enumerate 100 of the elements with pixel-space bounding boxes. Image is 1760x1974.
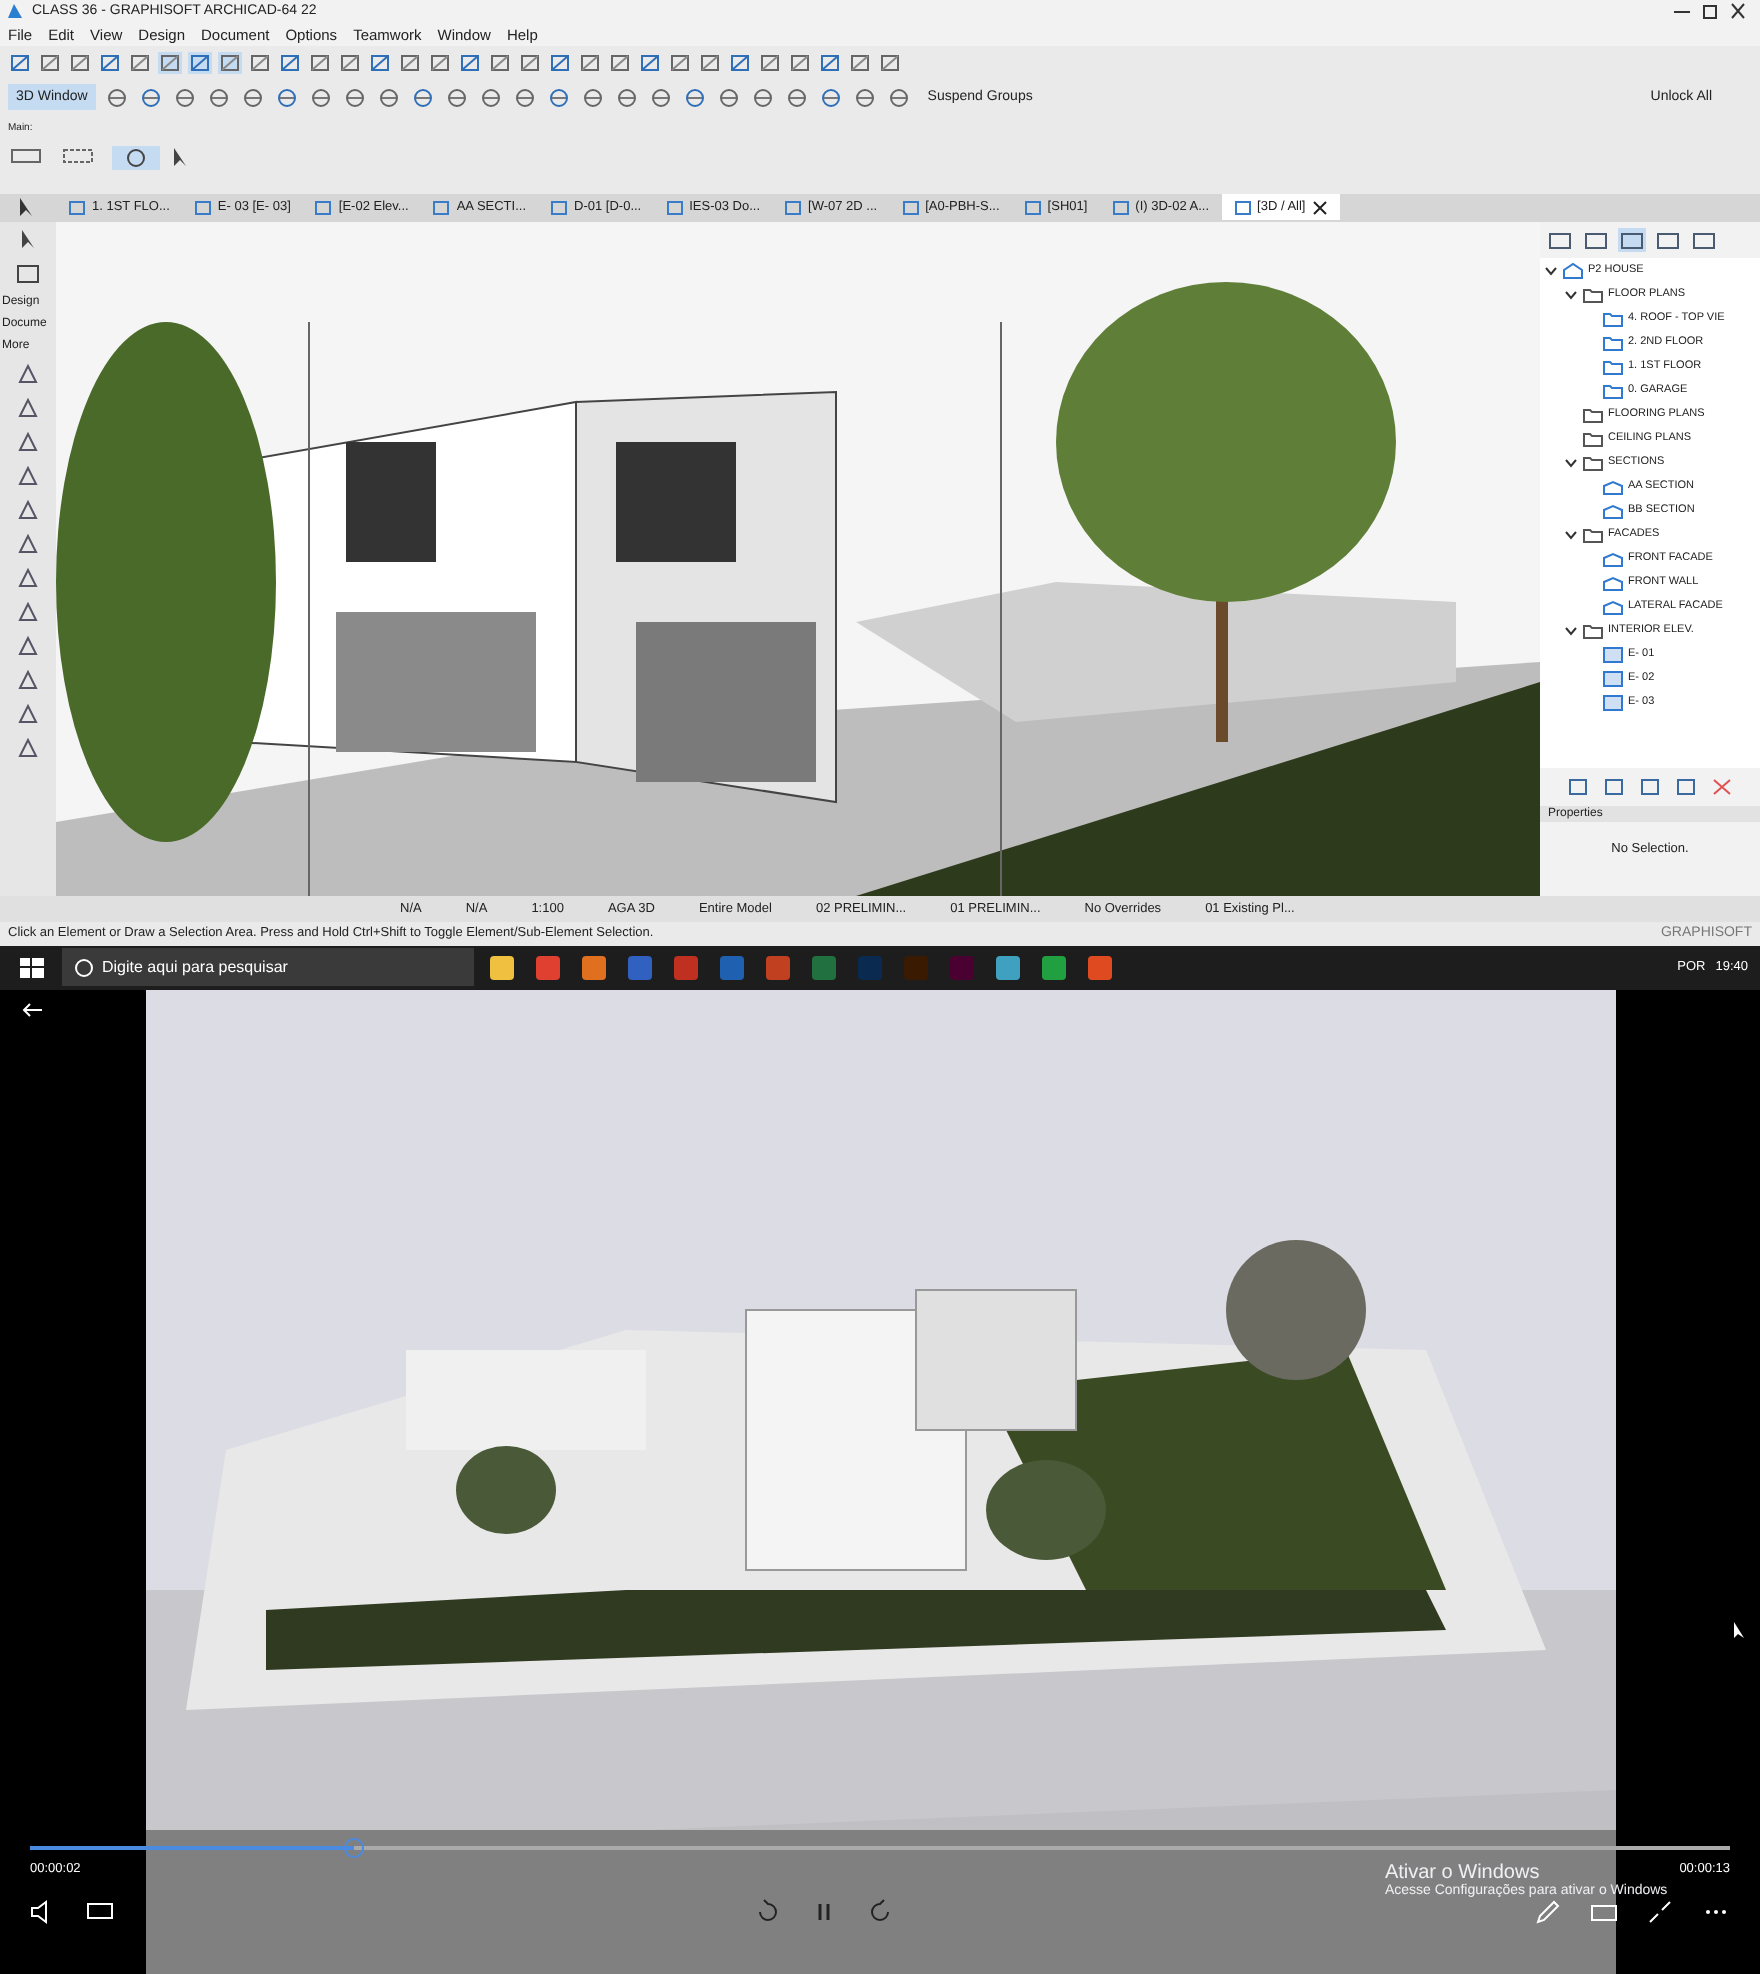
tool-icon[interactable] (578, 51, 602, 74)
forward-icon[interactable] (866, 1898, 894, 1927)
tool-icon[interactable] (885, 85, 912, 110)
tool-icon[interactable] (488, 51, 512, 74)
delete-icon[interactable] (1710, 776, 1734, 799)
tool-icon[interactable] (307, 85, 334, 110)
app-icon[interactable] (1086, 953, 1114, 982)
tool-icon[interactable] (728, 51, 752, 74)
app-icon[interactable] (994, 953, 1022, 982)
tool-icon[interactable] (579, 85, 606, 110)
tool-icon[interactable] (375, 85, 402, 110)
tool-icon[interactable] (16, 668, 40, 693)
tool-icon[interactable] (715, 85, 742, 110)
tool-icon[interactable] (613, 85, 640, 110)
app-icon[interactable] (580, 953, 608, 982)
collapse-icon[interactable] (1646, 1898, 1674, 1927)
tool-icon[interactable] (16, 430, 40, 455)
close-icon[interactable] (1311, 199, 1328, 216)
orbit-icon[interactable] (112, 145, 160, 169)
tool-icon[interactable] (205, 85, 232, 110)
tool-icon[interactable] (16, 532, 40, 557)
tool-icon[interactable] (788, 51, 812, 74)
plan-icon (1602, 333, 1624, 352)
pen-icon[interactable] (1534, 1898, 1562, 1927)
rewind-icon[interactable] (754, 1898, 782, 1927)
tool-icon[interactable] (477, 85, 504, 110)
view-icon (1233, 199, 1252, 216)
tool-icon[interactable] (158, 51, 182, 74)
tool-icon[interactable] (38, 51, 62, 74)
view-icon (193, 199, 212, 216)
tool-icon[interactable] (518, 51, 542, 74)
restore-icon[interactable] (1700, 2, 1720, 21)
section-icon (1602, 573, 1624, 592)
tool-icon[interactable] (638, 51, 662, 74)
app-icon (6, 2, 24, 21)
tool-icon[interactable] (239, 85, 266, 110)
tool-icon[interactable] (103, 85, 130, 110)
tool-icon[interactable] (8, 51, 32, 74)
tool-icon[interactable] (16, 362, 40, 387)
tool-icon[interactable] (188, 51, 212, 74)
tool-icon[interactable] (545, 85, 572, 110)
tool-icon[interactable] (308, 51, 332, 74)
tool-icon[interactable] (16, 702, 40, 727)
tool-icon[interactable] (16, 396, 40, 421)
view-icon (784, 199, 803, 216)
tool-icon[interactable] (338, 51, 362, 74)
tool-icon[interactable] (458, 51, 482, 74)
tool-icon[interactable] (647, 85, 674, 110)
tool-icon[interactable] (511, 85, 538, 110)
tool-icon[interactable] (443, 85, 470, 110)
section-icon (1602, 549, 1624, 568)
tool-icon[interactable] (16, 498, 40, 523)
tool-icon[interactable] (749, 85, 776, 110)
tool-icon[interactable] (608, 51, 632, 74)
app-icon[interactable] (1040, 953, 1068, 982)
tool-icon[interactable] (16, 736, 40, 761)
view-icon (314, 199, 333, 216)
tool-icon[interactable] (68, 51, 92, 74)
tool-icon[interactable] (817, 85, 844, 110)
marquee-icon[interactable] (16, 262, 40, 287)
view-icon (550, 199, 569, 216)
view-icon (432, 199, 451, 216)
tool-icon[interactable] (273, 85, 300, 110)
activation-title: Ativar o Windows (1384, 1862, 1542, 1885)
tool-icon[interactable] (137, 85, 164, 110)
tool-icon[interactable] (128, 51, 152, 74)
tool-icon[interactable] (698, 51, 722, 74)
plan-icon (1602, 381, 1624, 400)
tool-icon[interactable] (668, 51, 692, 74)
tool-icon[interactable] (848, 51, 872, 74)
tool-icon[interactable] (758, 51, 782, 74)
search-field[interactable]: Digite aqui para pesquisar (62, 948, 474, 987)
plan-icon (1602, 357, 1624, 376)
tool-icon[interactable] (681, 85, 708, 110)
tool-icon[interactable] (341, 85, 368, 110)
tool-icon[interactable] (398, 51, 422, 74)
tool-icon[interactable] (16, 566, 40, 591)
tool-icon[interactable] (16, 464, 40, 489)
close-icon[interactable] (1728, 2, 1748, 21)
progress-handle[interactable] (343, 1838, 363, 1859)
tool-icon[interactable] (368, 51, 392, 74)
tool-icon[interactable] (171, 85, 198, 110)
tool-icon[interactable] (878, 51, 902, 74)
tool-icon[interactable] (218, 51, 242, 74)
tool-icon[interactable] (16, 600, 40, 625)
tool-icon[interactable] (248, 51, 272, 74)
tool-icon[interactable] (783, 85, 810, 110)
app-icon[interactable] (488, 953, 516, 982)
tool-icon[interactable] (409, 85, 436, 110)
tool-icon[interactable] (851, 85, 878, 110)
tool-icon[interactable] (428, 51, 452, 74)
tool-icon[interactable] (818, 51, 842, 74)
section-icon (1602, 597, 1624, 616)
house-icon (1562, 261, 1584, 280)
folder-icon (1582, 453, 1604, 472)
back-arrow-icon[interactable] (20, 1000, 44, 1021)
tool-icon[interactable] (16, 634, 40, 659)
tool-icon[interactable] (548, 51, 572, 74)
tool-icon[interactable] (278, 51, 302, 74)
tool-icon[interactable] (98, 51, 122, 74)
